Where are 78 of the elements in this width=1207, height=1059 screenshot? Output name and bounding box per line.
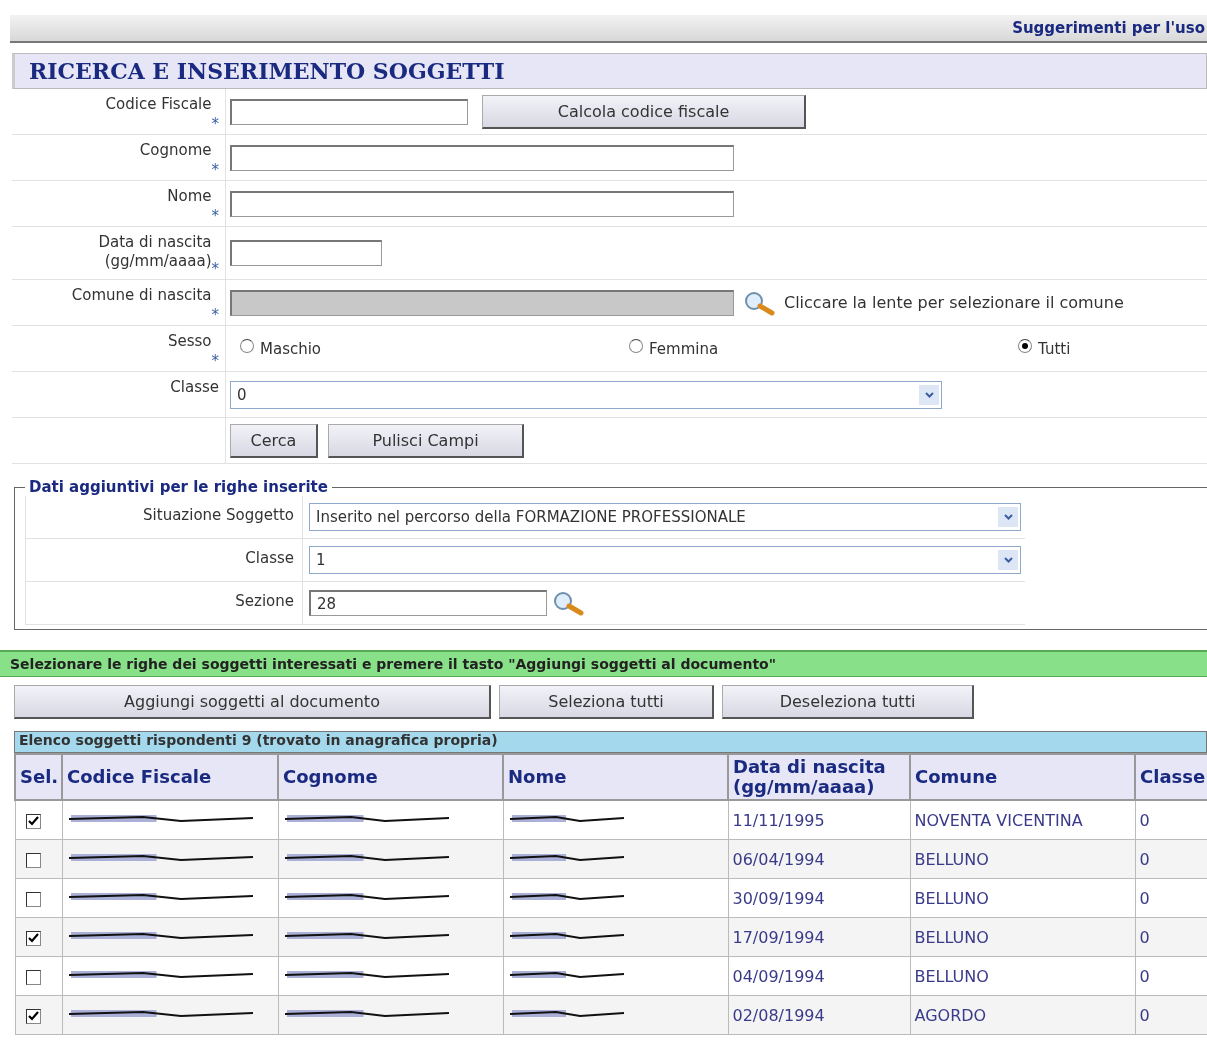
add-button[interactable]: Aggiungi soggetti al documento [14, 685, 491, 719]
checkbox[interactable] [25, 1008, 41, 1024]
page-title: RICERCA E INSERIMENTO SOGGETTI [12, 53, 1207, 89]
field-label: Situazione Soggetto [143, 506, 294, 524]
dropdown[interactable]: 0 [230, 380, 942, 409]
date-field[interactable] [230, 240, 382, 266]
table-cell: 0 [1139, 1005, 1150, 1025]
search-icon[interactable] [742, 289, 776, 316]
search-button[interactable]: Cerca [230, 423, 318, 458]
table-cell: AGORDO [914, 1005, 987, 1025]
table-cell: BELLUNO [914, 888, 989, 908]
table-cell: 30/09/1994 [732, 888, 825, 908]
clear-button[interactable]: Pulisci Campi [328, 423, 524, 458]
radio-label: Tutti [1038, 339, 1071, 358]
select-all-button[interactable]: Seleziona tutti [499, 685, 714, 719]
column-header: Data di nascita (gg/mm/aaaa) [728, 754, 910, 800]
instruction-bar: Selezionare le righe dei soggetti interessati e premere il tasto "Aggiungi soggetti al documento" [0, 650, 1207, 677]
checkbox[interactable] [25, 969, 41, 985]
table-cell: NOVENTA VICENTINA [914, 810, 1083, 830]
field-label: Nome [167, 187, 212, 206]
table-cell: BELLUNO [914, 849, 989, 869]
column-header: Cognome [278, 754, 503, 800]
input-field[interactable] [230, 190, 734, 217]
checkbox[interactable] [25, 813, 41, 829]
dropdown[interactable]: Inserito nel percorso della FORMAZIONE PROFESSIONALE [309, 503, 1021, 531]
column-header: Comune [910, 754, 1135, 800]
table-cell: 11/11/1995 [732, 810, 825, 830]
table-cell: 0 [1139, 927, 1150, 947]
checkbox[interactable] [25, 930, 41, 946]
table-cell: BELLUNO [914, 966, 989, 986]
chevron-down-icon[interactable] [1003, 514, 1013, 520]
field-label: Sesso [167, 332, 212, 351]
column-header: Codice Fiscale [62, 754, 278, 800]
hint-text: Cliccare la lente per selezionare il comune [784, 293, 1124, 312]
field-label: Data di nascita (gg/mm/aaaa) [97, 233, 212, 271]
radio-button[interactable] [1018, 338, 1032, 353]
dropdown[interactable]: 1 [309, 546, 1021, 574]
column-header: Sel. [15, 754, 62, 800]
deselect-all-button[interactable]: Deseleziona tutti [722, 685, 974, 719]
field-label: Classe [170, 378, 219, 397]
table-cell: 17/09/1994 [732, 927, 825, 947]
chevron-down-icon[interactable] [1003, 557, 1013, 563]
field-label: Cognome [139, 141, 212, 160]
input-field[interactable]: 28 [309, 590, 547, 616]
help-link[interactable]: Suggerimenti per l'uso [1012, 19, 1205, 37]
field-label: Comune di nascita [71, 286, 212, 305]
table-cell: 0 [1139, 810, 1150, 830]
table-cell: 0 [1139, 966, 1150, 986]
checkbox[interactable] [25, 852, 41, 868]
calculate-button[interactable]: Calcola codice fiscale [482, 94, 806, 129]
radio-button[interactable] [629, 338, 643, 353]
radio-label: Maschio [260, 339, 322, 358]
input-field[interactable] [230, 98, 468, 125]
field-label: Codice Fiscale [105, 95, 212, 114]
radio-button[interactable] [240, 338, 254, 353]
table-cell: BELLUNO [914, 927, 989, 947]
required-mark: * [211, 207, 219, 226]
panel-legend: Dati aggiuntivi per le righe inserite [25, 478, 332, 496]
table-cell: 0 [1139, 888, 1150, 908]
table-cell: 06/04/1994 [732, 849, 825, 869]
field-label: Classe [245, 549, 294, 567]
table-cell: 02/08/1994 [732, 1005, 825, 1025]
field-label: Sezione [235, 592, 294, 610]
input-field[interactable] [230, 144, 734, 171]
required-mark: * [211, 161, 219, 180]
radio-label: Femmina [649, 339, 719, 358]
required-mark: * [211, 306, 219, 325]
column-header: Nome [503, 754, 728, 800]
column-header: Classe [1135, 754, 1207, 800]
chevron-down-icon[interactable] [924, 391, 934, 398]
table-cell: 0 [1139, 849, 1150, 869]
table-caption: Elenco soggetti rispondenti 9 (trovato in anagrafica propria) [14, 731, 1207, 753]
table-cell: 04/09/1994 [732, 966, 825, 986]
required-mark: * [211, 260, 219, 279]
required-mark: * [211, 115, 219, 134]
required-mark: * [211, 352, 219, 371]
search-icon[interactable] [551, 590, 585, 616]
checkbox[interactable] [25, 891, 41, 907]
